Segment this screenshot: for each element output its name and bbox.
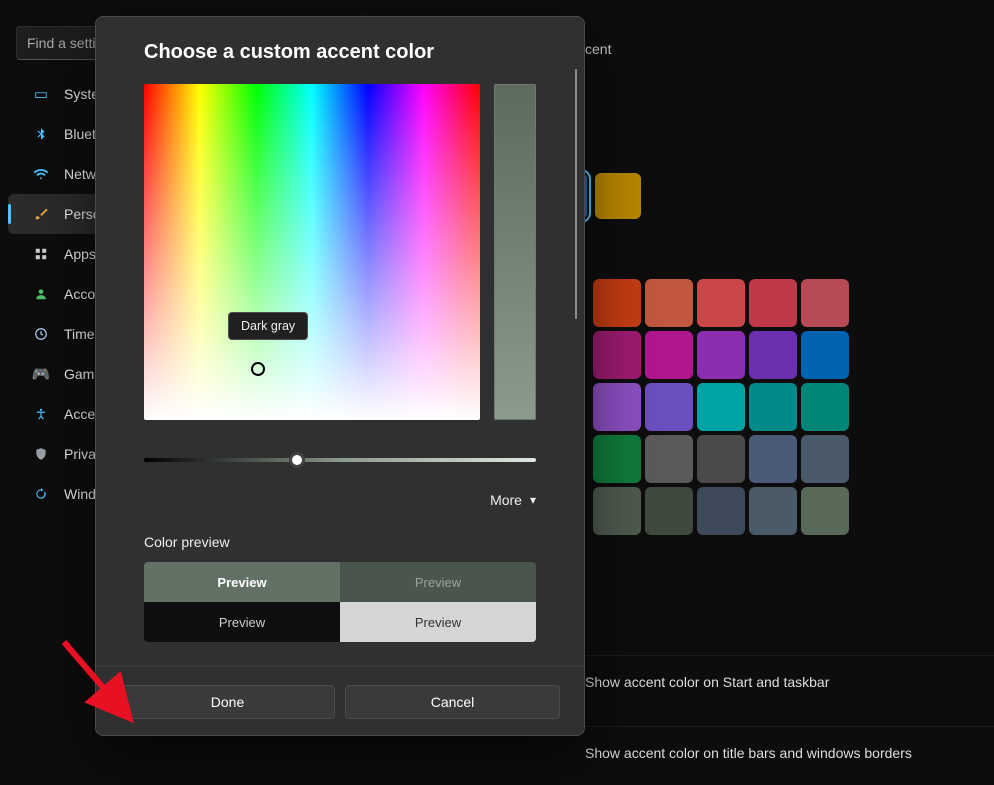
dialog-overlay: Choose a custom accent color Dark gray M… <box>0 0 994 785</box>
scrollbar-thumb[interactable] <box>575 69 577 319</box>
slider-thumb[interactable] <box>289 452 305 468</box>
preview-tile: Preview <box>144 602 340 642</box>
cancel-button[interactable]: Cancel <box>345 685 560 719</box>
dialog-scrollbar[interactable] <box>574 69 578 642</box>
lightness-slider[interactable] <box>144 450 536 470</box>
more-toggle[interactable]: More ▾ <box>144 492 536 508</box>
chevron-down-icon: ▾ <box>530 493 536 507</box>
preview-tile: Preview <box>144 562 340 602</box>
more-label: More <box>490 492 522 508</box>
color-tooltip: Dark gray <box>228 312 308 340</box>
dialog-title: Choose a custom accent color <box>144 41 536 64</box>
preview-tile: Preview <box>340 562 536 602</box>
preview-tile: Preview <box>340 602 536 642</box>
value-preview-bar[interactable] <box>494 84 536 420</box>
slider-track <box>144 458 536 462</box>
color-picker-dialog: Choose a custom accent color Dark gray M… <box>95 16 585 736</box>
color-preview-label: Color preview <box>144 534 536 550</box>
color-gradient[interactable]: Dark gray <box>144 84 480 420</box>
gradient-selector[interactable] <box>251 362 265 376</box>
done-button[interactable]: Done <box>120 685 335 719</box>
preview-grid: Preview Preview Preview Preview <box>144 562 536 642</box>
